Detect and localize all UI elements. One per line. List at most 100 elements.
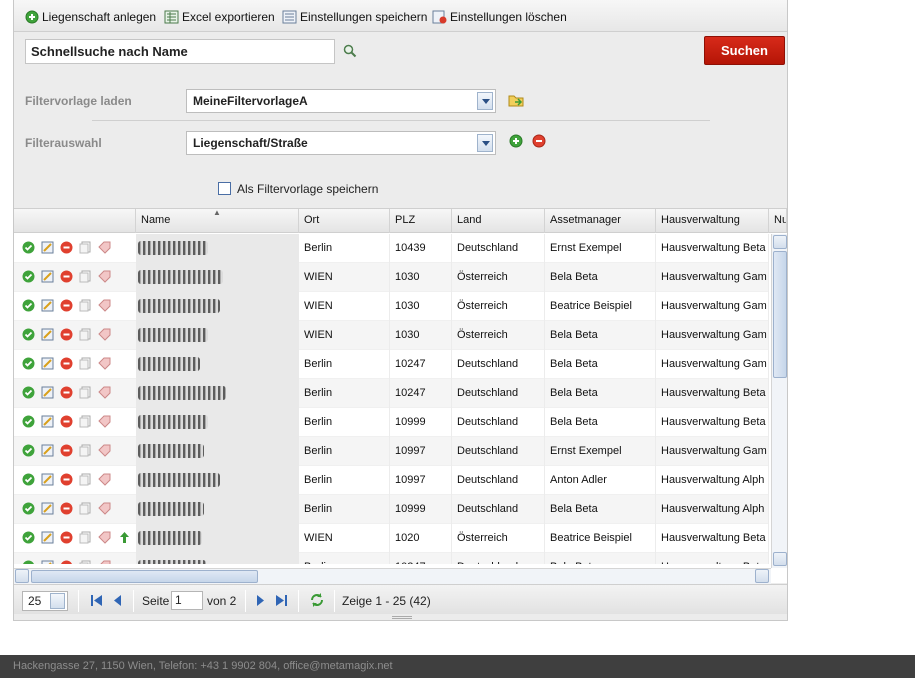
copy-icon[interactable] (79, 531, 92, 544)
header-ort[interactable]: Ort (299, 209, 390, 233)
copy-icon[interactable] (79, 415, 92, 428)
vertical-scroll-thumb[interactable] (773, 251, 787, 378)
header-plz[interactable]: PLZ (390, 209, 452, 233)
vertical-scrollbar[interactable] (771, 234, 787, 568)
edit-icon[interactable] (41, 241, 54, 254)
tag-icon[interactable] (98, 357, 111, 370)
edit-icon[interactable] (41, 502, 54, 515)
copy-icon[interactable] (79, 386, 92, 399)
tag-icon[interactable] (98, 299, 111, 312)
last-page-icon[interactable] (275, 594, 288, 607)
copy-icon[interactable] (79, 502, 92, 515)
delete-icon[interactable] (60, 473, 73, 486)
filter-selection-select[interactable]: Liegenschaft/Straße (186, 131, 496, 155)
next-page-icon[interactable] (256, 594, 266, 607)
filter-template-select[interactable]: MeineFiltervorlageA (186, 89, 496, 113)
excel-export-button[interactable]: Excel exportieren (164, 9, 275, 25)
copy-icon[interactable] (79, 473, 92, 486)
edit-icon[interactable] (41, 270, 54, 283)
copy-icon[interactable] (79, 299, 92, 312)
load-folder-icon[interactable] (508, 93, 524, 107)
add-filter-icon[interactable] (509, 134, 523, 148)
delete-icon[interactable] (60, 415, 73, 428)
approve-icon[interactable] (22, 357, 35, 370)
header-nu[interactable]: Nu (769, 209, 787, 233)
upload-icon[interactable] (118, 531, 131, 544)
tag-icon[interactable] (98, 444, 111, 457)
edit-icon[interactable] (41, 444, 54, 457)
copy-icon[interactable] (79, 357, 92, 370)
delete-icon[interactable] (60, 328, 73, 341)
page-size-select[interactable]: 25 (22, 591, 68, 611)
table-row[interactable]: Berlin 10439 Deutschland Ernst Exempel Hausv… (14, 234, 769, 263)
table-row[interactable]: WIEN 1030 Österreich Bela Beta Hausverwaltun… (14, 263, 769, 292)
tag-icon[interactable] (98, 560, 111, 564)
refresh-icon[interactable] (309, 592, 325, 608)
approve-icon[interactable] (22, 473, 35, 486)
tag-icon[interactable] (98, 241, 111, 254)
remove-filter-icon[interactable] (532, 134, 546, 148)
delete-icon[interactable] (60, 241, 73, 254)
scroll-right-button[interactable] (755, 569, 769, 583)
tag-icon[interactable] (98, 415, 111, 428)
resize-handle[interactable] (392, 616, 412, 619)
table-row[interactable]: WIEN 1020 Österreich Beatrice Beispiel Hausv… (14, 524, 769, 553)
tag-icon[interactable] (98, 473, 111, 486)
scroll-down-button[interactable] (773, 552, 787, 566)
approve-icon[interactable] (22, 502, 35, 515)
horizontal-scroll-thumb[interactable] (31, 570, 258, 583)
header-land[interactable]: Land (452, 209, 545, 233)
chevron-down-icon[interactable] (477, 92, 493, 110)
delete-icon[interactable] (60, 299, 73, 312)
table-row[interactable]: Berlin10247DeutschlandBela BetaHausverwa… (14, 379, 769, 408)
copy-icon[interactable] (79, 270, 92, 283)
approve-icon[interactable] (22, 415, 35, 428)
chevron-down-icon[interactable] (477, 134, 493, 152)
table-row[interactable]: Berlin10247DeutschlandBela BetaHausverwa… (14, 350, 769, 379)
copy-icon[interactable] (79, 560, 92, 564)
prev-page-icon[interactable] (112, 594, 122, 607)
delete-icon[interactable] (60, 386, 73, 399)
edit-icon[interactable] (41, 560, 54, 564)
approve-icon[interactable] (22, 386, 35, 399)
table-row[interactable]: Berlin 10997 Deutschland Ernst Exempel Hausv… (14, 437, 769, 466)
delete-icon[interactable] (60, 502, 73, 515)
tag-icon[interactable] (98, 270, 111, 283)
table-row[interactable]: Berlin10247DeutschlandBela BetaHausverwa… (14, 553, 769, 564)
edit-icon[interactable] (41, 357, 54, 370)
tag-icon[interactable] (98, 386, 111, 399)
edit-icon[interactable] (41, 328, 54, 341)
edit-icon[interactable] (41, 473, 54, 486)
tag-icon[interactable] (98, 531, 111, 544)
approve-icon[interactable] (22, 241, 35, 254)
delete-settings-button[interactable]: Einstellungen löschen (432, 9, 567, 25)
table-row[interactable]: Berlin 10999 Deutschland Bela Beta Hausverwa… (14, 408, 769, 437)
approve-icon[interactable] (22, 531, 35, 544)
delete-icon[interactable] (60, 560, 73, 564)
save-settings-button[interactable]: Einstellungen speichern (282, 9, 427, 25)
add-property-button[interactable]: Liegenschaft anlegen (25, 9, 156, 25)
tag-icon[interactable] (98, 502, 111, 515)
edit-icon[interactable] (41, 299, 54, 312)
header-assetmanager[interactable]: Assetmanager (545, 209, 656, 233)
save-template-checkbox[interactable] (218, 182, 231, 195)
table-row[interactable]: WIEN 1030 Österreich Bela Beta Hausverwaltun… (14, 321, 769, 350)
copy-icon[interactable] (79, 444, 92, 457)
horizontal-scrollbar[interactable] (14, 568, 771, 584)
header-hausverwaltung[interactable]: Hausverwaltung (656, 209, 769, 233)
tag-icon[interactable] (98, 328, 111, 341)
delete-icon[interactable] (60, 444, 73, 457)
copy-icon[interactable] (79, 328, 92, 341)
copy-icon[interactable] (79, 241, 92, 254)
approve-icon[interactable] (22, 270, 35, 283)
delete-icon[interactable] (60, 531, 73, 544)
edit-icon[interactable] (41, 415, 54, 428)
edit-icon[interactable] (41, 531, 54, 544)
approve-icon[interactable] (22, 328, 35, 341)
scroll-left-button[interactable] (15, 569, 29, 583)
edit-icon[interactable] (41, 386, 54, 399)
first-page-icon[interactable] (90, 594, 103, 607)
approve-icon[interactable] (22, 299, 35, 312)
table-row[interactable]: Berlin 10999 Deutschland Bela Beta Hausverwa… (14, 495, 769, 524)
delete-icon[interactable] (60, 270, 73, 283)
